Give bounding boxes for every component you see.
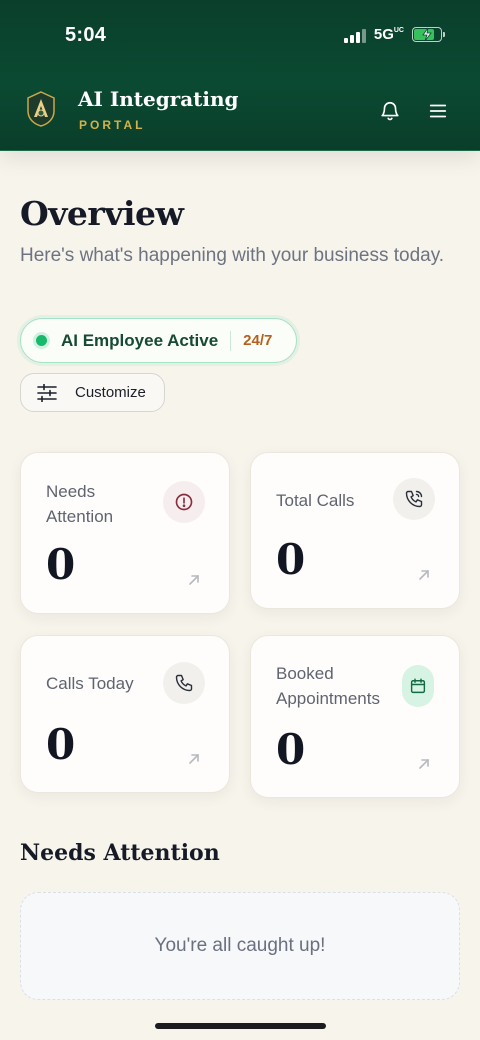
stat-card-needs-attention[interactable]: Needs Attention 0 <box>20 452 230 614</box>
status-hours: 24/7 <box>243 332 273 349</box>
stat-value: 0 <box>276 725 306 774</box>
network-label: 5GUC <box>373 26 404 43</box>
page-title: Overview <box>20 194 184 233</box>
portal-logo-icon <box>27 91 55 127</box>
battery-icon <box>412 27 445 42</box>
stat-value: 0 <box>46 540 76 589</box>
arrow-up-right-icon <box>189 575 199 585</box>
needs-attention-empty-state: You're all caught up! <box>20 892 460 1000</box>
ai-status-pill: AI Employee Active 24/7 <box>20 318 297 363</box>
status-indicators: 5GUC <box>343 26 445 43</box>
stat-card-booked-appointments[interactable]: Booked Appointments 0 <box>250 635 460 798</box>
stat-card-total-calls[interactable]: Total Calls 0 <box>250 452 460 609</box>
stat-label: Total Calls <box>276 491 355 510</box>
menu-icon[interactable] <box>427 100 449 122</box>
customize-button[interactable]: Customize <box>20 373 165 412</box>
stat-label: Needs Attention <box>46 482 114 526</box>
phone-call-icon <box>393 478 435 520</box>
status-label: AI Employee Active <box>61 330 219 350</box>
phone-icon <box>163 662 205 704</box>
brand-title: AI Integrating <box>78 87 239 111</box>
pill-divider <box>230 330 232 351</box>
signal-icon <box>343 27 366 43</box>
arrow-up-right-icon <box>419 759 429 769</box>
sliders-icon <box>37 383 57 402</box>
empty-message: You're all caught up! <box>154 935 326 956</box>
stat-card-calls-today[interactable]: Calls Today 0 <box>20 635 230 793</box>
arrow-up-right-icon <box>189 754 199 764</box>
stat-value: 0 <box>46 720 76 769</box>
app-header: 5:04 5GUC AI Integrating PORTAL <box>0 0 480 151</box>
customize-label: Customize <box>75 384 146 401</box>
home-indicator[interactable] <box>155 1023 326 1029</box>
needs-attention-title: Needs Attention <box>20 840 220 866</box>
status-dot-icon <box>36 335 47 346</box>
bell-icon[interactable] <box>379 100 401 122</box>
status-time: 5:04 <box>65 24 107 46</box>
page-subtitle: Here's what's happening with your busine… <box>20 245 445 266</box>
arrow-up-right-icon <box>419 570 429 580</box>
alert-circle-icon <box>163 481 205 523</box>
stat-value: 0 <box>276 535 306 584</box>
stat-label: Booked Appointments <box>276 664 380 708</box>
calendar-icon <box>402 665 434 707</box>
brand-subtitle: PORTAL <box>79 118 146 132</box>
stat-label: Calls Today <box>46 674 134 693</box>
